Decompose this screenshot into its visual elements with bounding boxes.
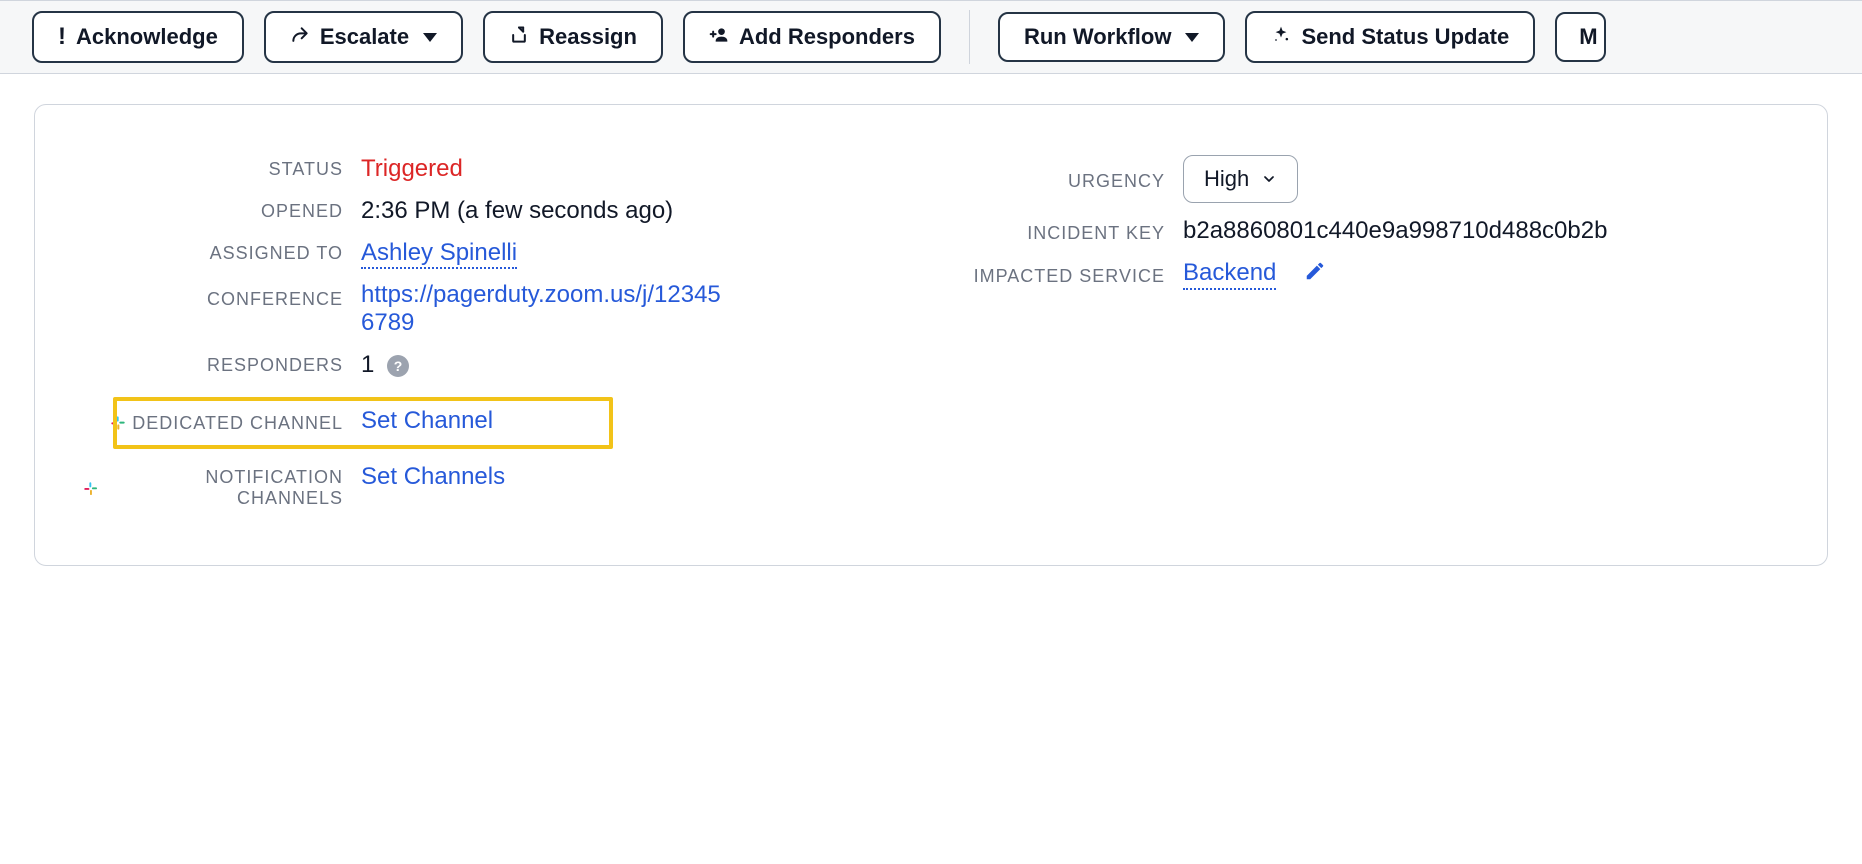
button-label: M <box>1579 26 1597 48</box>
slack-icon <box>110 415 126 431</box>
value-status: Triggered <box>361 155 463 183</box>
row-incident-key: INCIDENT KEY b2a8860801c440e9a998710d488… <box>951 217 1779 245</box>
set-channels-link[interactable]: Set Channels <box>361 463 505 490</box>
caret-down-icon <box>423 33 437 42</box>
value-responders: 1 ? <box>361 351 409 379</box>
responders-count: 1 <box>361 351 374 378</box>
label-responders: RESPONDERS <box>83 351 361 376</box>
row-opened: OPENED 2:36 PM (a few seconds ago) <box>83 197 911 225</box>
details-grid: STATUS Triggered OPENED 2:36 PM (a few s… <box>83 141 1779 523</box>
pencil-icon <box>1304 260 1326 282</box>
button-label: Acknowledge <box>76 26 218 48</box>
person-plus-icon <box>709 25 729 49</box>
button-label: Send Status Update <box>1301 26 1509 48</box>
incident-details-card: STATUS Triggered OPENED 2:36 PM (a few s… <box>34 104 1828 566</box>
conference-link[interactable]: https://pagerduty.zoom.us/j/123456789 <box>361 281 721 336</box>
urgency-value: High <box>1204 166 1249 192</box>
row-conference: CONFERENCE https://pagerduty.zoom.us/j/1… <box>83 281 911 337</box>
row-responders: RESPONDERS 1 ? <box>83 351 911 379</box>
toolbar-divider <box>969 10 970 64</box>
row-urgency: URGENCY High <box>951 155 1779 203</box>
button-label: Escalate <box>320 26 409 48</box>
label-dedicated-channel: DEDICATED CHANNEL <box>83 409 361 434</box>
label-status: STATUS <box>83 155 361 180</box>
escalate-button[interactable]: Escalate <box>264 11 463 63</box>
overflow-button-clipped[interactable]: M <box>1555 12 1605 62</box>
details-left-column: STATUS Triggered OPENED 2:36 PM (a few s… <box>83 141 911 523</box>
caret-down-icon <box>1185 33 1199 42</box>
label-urgency: URGENCY <box>951 167 1183 192</box>
value-incident-key: b2a8860801c440e9a998710d488c0b2b <box>1183 217 1607 245</box>
toolbar-group-primary: ! Acknowledge Escalate Reassign Add Resp… <box>32 11 941 63</box>
share-out-icon <box>509 25 529 49</box>
row-impacted-service: IMPACTED SERVICE Backend <box>951 259 1779 290</box>
button-label: Reassign <box>539 26 637 48</box>
row-status: STATUS Triggered <box>83 155 911 183</box>
value-opened: 2:36 PM (a few seconds ago) <box>361 197 673 225</box>
row-dedicated-channel: DEDICATED CHANNEL Set Channel <box>83 407 911 435</box>
slack-icon <box>83 480 98 496</box>
edit-impacted-service-button[interactable] <box>1304 260 1326 289</box>
chevron-down-icon <box>1261 171 1277 187</box>
label-opened: OPENED <box>83 197 361 222</box>
label-text: DEDICATED CHANNEL <box>132 413 343 434</box>
label-conference: CONFERENCE <box>83 281 361 310</box>
button-label: Add Responders <box>739 26 915 48</box>
label-notification-channels: NOTIFICATION CHANNELS <box>83 463 361 509</box>
row-notification-channels: NOTIFICATION CHANNELS Set Channels <box>83 463 911 509</box>
label-incident-key: INCIDENT KEY <box>951 217 1183 244</box>
label-impacted-service: IMPACTED SERVICE <box>951 262 1183 287</box>
incident-action-toolbar: ! Acknowledge Escalate Reassign Add Resp… <box>0 0 1862 74</box>
urgency-select[interactable]: High <box>1183 155 1298 203</box>
row-assigned-to: ASSIGNED TO Ashley Spinelli <box>83 239 911 267</box>
assigned-to-link[interactable]: Ashley Spinelli <box>361 239 517 269</box>
sparkle-icon <box>1271 25 1291 49</box>
label-assigned-to: ASSIGNED TO <box>83 239 361 264</box>
help-icon[interactable]: ? <box>387 355 409 377</box>
acknowledge-button[interactable]: ! Acknowledge <box>32 11 244 63</box>
arrow-up-right-icon <box>290 25 310 49</box>
button-label: Run Workflow <box>1024 26 1171 48</box>
run-workflow-button[interactable]: Run Workflow <box>998 12 1225 62</box>
details-right-column: URGENCY High INCIDENT KEY b2a8860801c440… <box>951 141 1779 523</box>
add-responders-button[interactable]: Add Responders <box>683 11 941 63</box>
reassign-button[interactable]: Reassign <box>483 11 663 63</box>
set-channel-link[interactable]: Set Channel <box>361 407 493 434</box>
impacted-service-link[interactable]: Backend <box>1183 259 1276 290</box>
exclamation-icon: ! <box>58 25 66 49</box>
send-status-update-button[interactable]: Send Status Update <box>1245 11 1535 63</box>
label-text: NOTIFICATION CHANNELS <box>104 467 343 509</box>
